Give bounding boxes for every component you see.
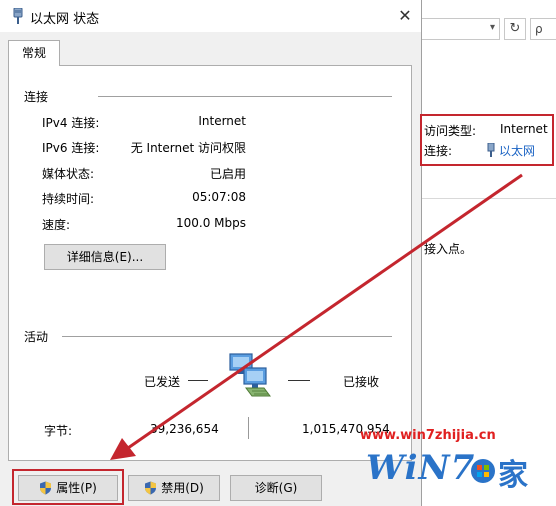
background-toolbar: ▾ ↻ ρ bbox=[420, 14, 556, 44]
access-type-value: Internet bbox=[500, 122, 548, 136]
address-dropdown[interactable]: ▾ bbox=[420, 18, 500, 40]
tab-general[interactable]: 常规 bbox=[8, 40, 60, 66]
ipv4-value: Internet bbox=[198, 114, 246, 128]
received-line bbox=[288, 380, 310, 381]
activity-section-label: 活动 bbox=[24, 330, 49, 344]
watermark-logo-char: 家 bbox=[498, 458, 528, 493]
sent-line bbox=[188, 380, 208, 381]
uac-shield-icon bbox=[145, 481, 157, 495]
search-input[interactable]: ρ bbox=[530, 18, 556, 40]
close-icon: ✕ bbox=[398, 6, 412, 25]
properties-button[interactable]: 属性(P) bbox=[18, 475, 118, 501]
diagnose-button[interactable]: 诊断(G) bbox=[230, 475, 322, 501]
watermark-logo-text: WiN7 bbox=[366, 448, 476, 488]
sent-label: 已发送 bbox=[144, 375, 181, 389]
bytes-label: 字节: bbox=[44, 424, 73, 438]
title-bar[interactable]: 以太网 状态 ✕ bbox=[0, 0, 421, 32]
details-button[interactable]: 详细信息(E)... bbox=[44, 244, 166, 270]
windows-logo-icon bbox=[471, 459, 495, 483]
received-label: 已接收 bbox=[343, 375, 380, 389]
ipv6-label: IPv6 连接: bbox=[42, 141, 100, 155]
background-divider bbox=[420, 198, 556, 199]
duration-label: 持续时间: bbox=[42, 192, 95, 206]
duration-value: 05:07:08 bbox=[192, 190, 246, 204]
bytes-separator bbox=[248, 417, 249, 439]
network-computers-icon bbox=[229, 353, 271, 397]
ethernet-status-dialog: 以太网 状态 ✕ 常规 连接 IPv4 连接: Internet IPv6 连接… bbox=[0, 0, 422, 506]
disable-button-label: 禁用(D) bbox=[161, 481, 204, 495]
bytes-sent-value: 39,236,654 bbox=[150, 422, 219, 436]
access-type-label: 访问类型: bbox=[424, 124, 477, 138]
watermark-logo: WiN7 家 bbox=[358, 444, 556, 506]
media-state-label: 媒体状态: bbox=[42, 167, 95, 181]
uac-shield-icon bbox=[40, 481, 52, 495]
ethernet-icon bbox=[13, 8, 23, 24]
properties-button-label: 属性(P) bbox=[56, 481, 97, 495]
background-partial-text: 接入点。 bbox=[424, 242, 473, 256]
activity-section-line bbox=[62, 336, 392, 337]
connection-link[interactable]: 以太网 bbox=[486, 142, 535, 159]
chevron-down-icon: ▾ bbox=[489, 22, 495, 33]
refresh-icon[interactable]: ↻ bbox=[504, 18, 526, 40]
media-state-value: 已启用 bbox=[209, 167, 246, 181]
connection-section-line bbox=[98, 96, 392, 97]
watermark-url: www.win7zhijia.cn bbox=[360, 428, 496, 443]
speed-value: 100.0 Mbps bbox=[175, 216, 246, 230]
ipv4-label: IPv4 连接: bbox=[42, 116, 100, 130]
ipv6-value: 无 Internet 访问权限 bbox=[130, 141, 246, 155]
connection-label: 连接: bbox=[424, 144, 453, 158]
close-button[interactable]: ✕ bbox=[392, 4, 418, 28]
speed-label: 速度: bbox=[42, 218, 71, 232]
connection-link-text: 以太网 bbox=[499, 144, 536, 158]
connection-section-label: 连接 bbox=[24, 90, 49, 104]
dialog-title: 以太网 状态 bbox=[30, 12, 100, 27]
ethernet-icon bbox=[487, 142, 495, 157]
disable-button[interactable]: 禁用(D) bbox=[128, 475, 220, 501]
